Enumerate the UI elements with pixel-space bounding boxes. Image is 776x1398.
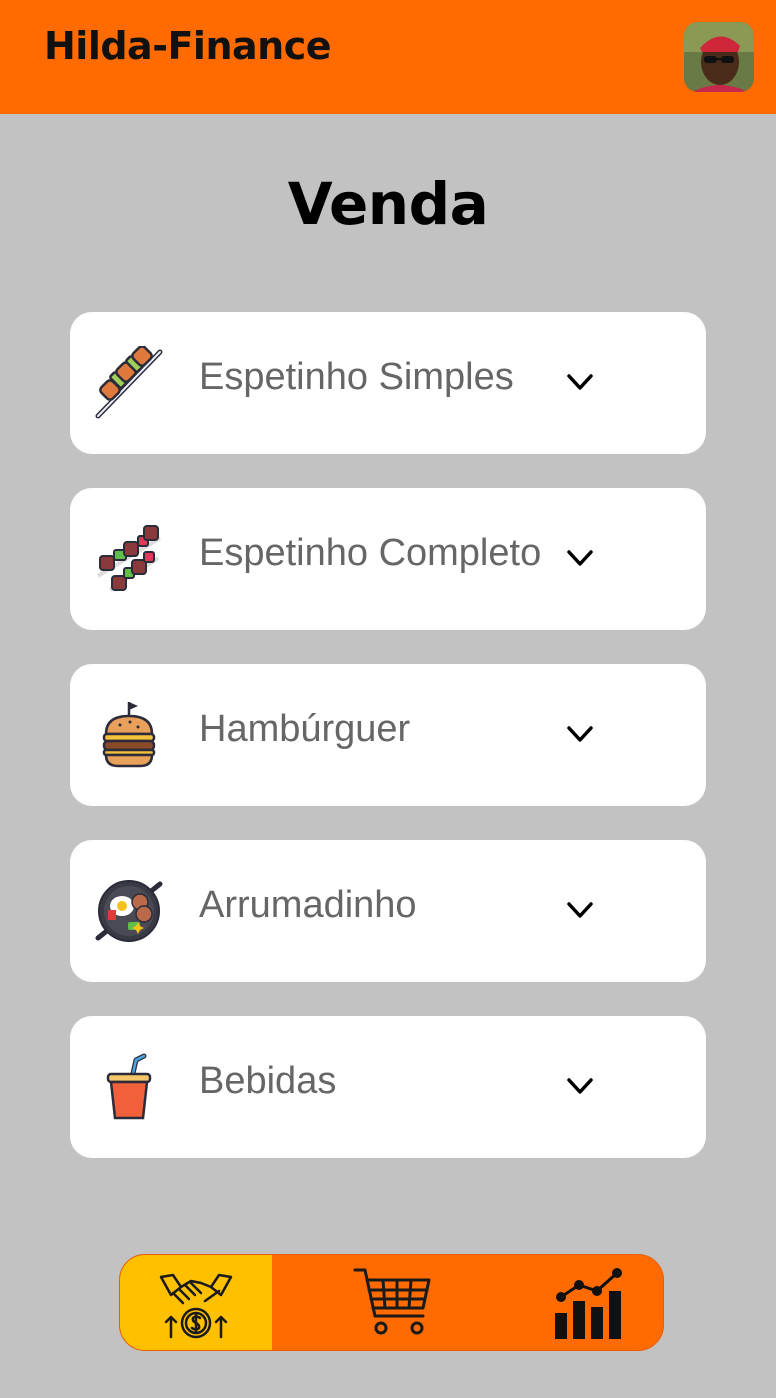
shopping-cart-icon bbox=[353, 1268, 430, 1334]
double-skewer-icon bbox=[94, 522, 164, 596]
app-title: Hilda-Finance bbox=[44, 24, 332, 68]
category-label: Espetinho Completo bbox=[199, 532, 542, 574]
skewer-icon bbox=[94, 345, 164, 420]
category-espetinho-simples[interactable]: Espetinho Simples bbox=[70, 312, 706, 454]
bar-chart-icon bbox=[555, 1267, 622, 1339]
chevron-down-icon[interactable] bbox=[566, 1074, 594, 1098]
nav-sales-tab[interactable] bbox=[120, 1255, 272, 1350]
category-label: Arrumadinho bbox=[199, 884, 417, 926]
nav-stats-tab[interactable] bbox=[515, 1255, 663, 1350]
category-label: Hambúrguer bbox=[199, 708, 411, 750]
burger-icon bbox=[94, 698, 164, 772]
page-title: Venda bbox=[287, 170, 489, 238]
chevron-down-icon[interactable] bbox=[566, 898, 594, 922]
food-pan-icon bbox=[94, 874, 164, 948]
category-bebidas[interactable]: Bebidas bbox=[70, 1016, 706, 1158]
chevron-down-icon[interactable] bbox=[566, 370, 594, 394]
category-hamburguer[interactable]: Hambúrguer bbox=[70, 664, 706, 806]
category-espetinho-completo[interactable]: Espetinho Completo bbox=[70, 488, 706, 630]
category-label: Bebidas bbox=[199, 1060, 337, 1102]
chevron-down-icon[interactable] bbox=[566, 722, 594, 746]
category-arrumadinho[interactable]: Arrumadinho bbox=[70, 840, 706, 982]
category-label: Espetinho Simples bbox=[199, 356, 514, 398]
bottom-navigation bbox=[119, 1254, 664, 1351]
chevron-down-icon[interactable] bbox=[566, 546, 594, 570]
nav-cart-tab[interactable] bbox=[320, 1255, 465, 1350]
drink-cup-icon bbox=[94, 1050, 164, 1124]
sales-handshake-icon bbox=[159, 1273, 233, 1338]
app-header: Hilda-Finance bbox=[0, 0, 776, 114]
user-avatar[interactable] bbox=[684, 22, 754, 92]
